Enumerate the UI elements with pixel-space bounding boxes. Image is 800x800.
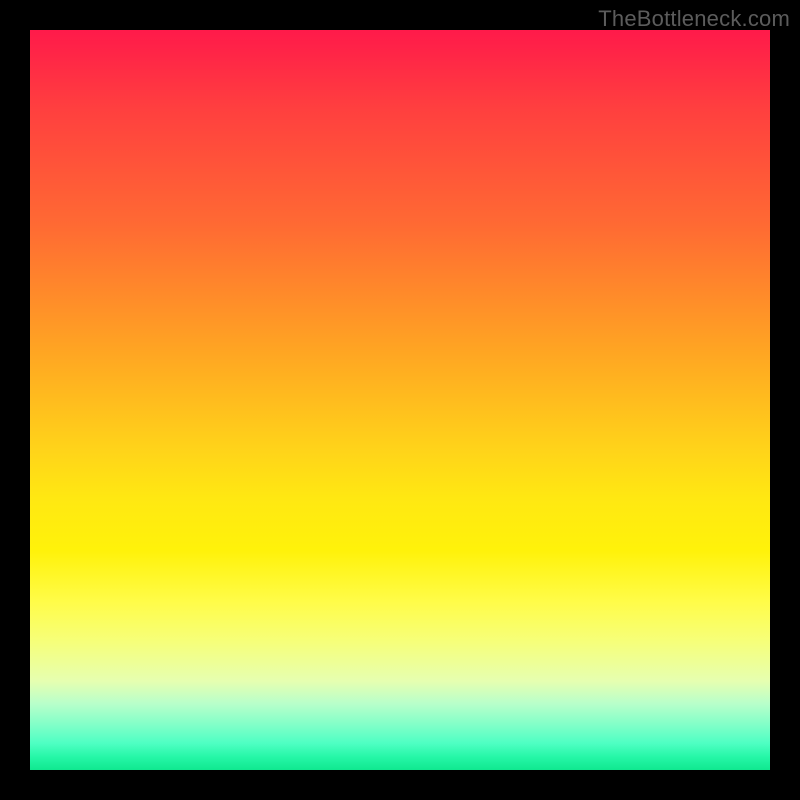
gradient-lower bbox=[30, 681, 770, 770]
plot-area bbox=[30, 30, 770, 770]
chart-frame: TheBottleneck.com bbox=[0, 0, 800, 800]
background-gradient bbox=[30, 30, 770, 770]
watermark-text: TheBottleneck.com bbox=[598, 6, 790, 32]
gradient-upper bbox=[30, 30, 770, 681]
